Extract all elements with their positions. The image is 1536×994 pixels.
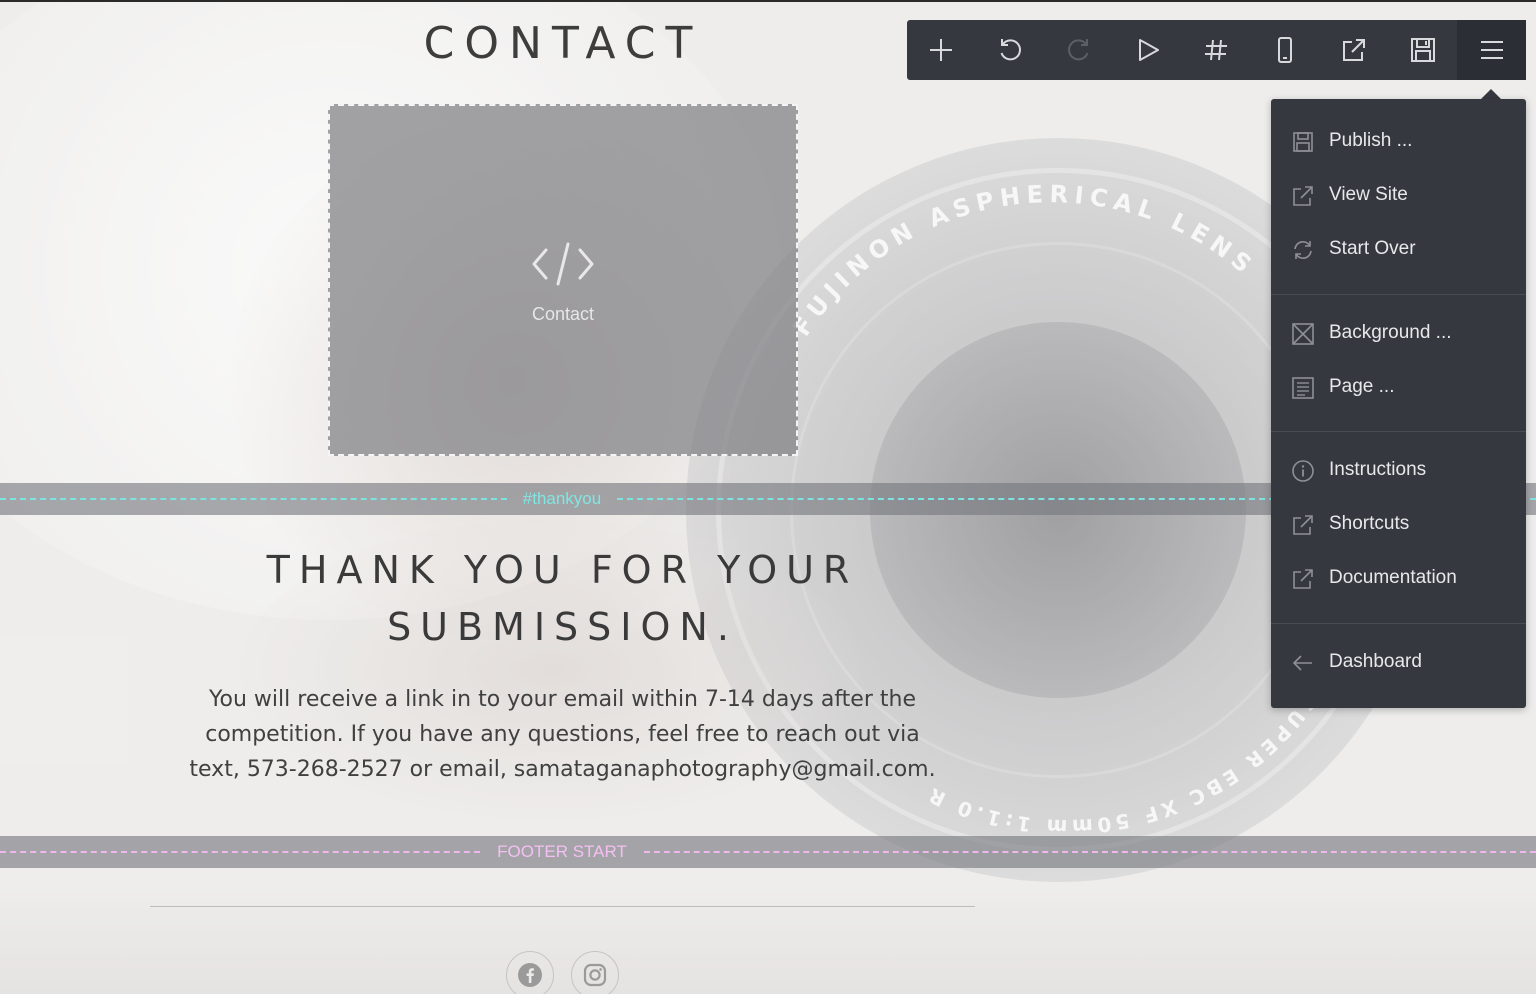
embed-label: Contact: [531, 304, 595, 324]
arrow-left-icon: [1292, 655, 1312, 671]
info-icon: [1292, 460, 1314, 482]
thanks-message-line3: text, 573-268-2527 or email, samataganap…: [189, 757, 936, 782]
menu-item-instructions[interactable]: Instructions: [1271, 449, 1526, 493]
menu-item-documentation[interactable]: Documentation: [1271, 557, 1526, 601]
add-button[interactable]: [907, 20, 976, 80]
thanks-message: You will receive a link in to your email…: [150, 682, 975, 787]
add-icon: [930, 39, 953, 61]
play-icon: [1138, 39, 1159, 61]
page-title: CONTACT: [423, 18, 703, 69]
thanks-heading-line1: THANK YOU FOR YOUR: [266, 548, 859, 592]
menu-divider: [1271, 623, 1526, 624]
instagram-link[interactable]: [571, 951, 619, 994]
menu-item-dashboard[interactable]: Dashboard: [1271, 641, 1526, 685]
mobile-preview-button[interactable]: [1251, 20, 1320, 80]
external-link-icon: [1293, 186, 1313, 206]
thanks-message-line2: competition. If you have any questions, …: [205, 722, 920, 747]
thanks-heading: THANK YOU FOR YOUR SUBMISSION.: [160, 542, 965, 656]
external-link-icon: [1293, 515, 1313, 535]
view-site-button[interactable]: [1320, 20, 1389, 80]
menu-item-page[interactable]: Page ...: [1271, 366, 1526, 410]
window-top-border: [0, 0, 1536, 2]
menu-icon: [1480, 41, 1503, 59]
marker-dash-left: [0, 851, 480, 853]
thanks-message-line1: You will receive a link in to your email…: [209, 687, 916, 712]
undo-button[interactable]: [976, 20, 1045, 80]
facebook-icon: [518, 963, 542, 987]
facebook-link[interactable]: [506, 951, 554, 994]
menu-item-label: Documentation: [1329, 567, 1457, 588]
external-link-icon: [1293, 569, 1313, 589]
menu-item-label: Shortcuts: [1329, 513, 1410, 534]
page-icon: [1292, 377, 1314, 399]
menu-item-label: Background ...: [1329, 322, 1452, 343]
redo-icon: [1067, 39, 1089, 61]
save-icon: [1410, 38, 1435, 62]
menu-divider: [1271, 294, 1526, 295]
save-icon: [1293, 132, 1313, 152]
menu-item-publish[interactable]: Publish ...: [1271, 120, 1526, 164]
section-marker-label: #thankyou: [522, 489, 602, 508]
editor-menu: Publish ... View Site Start Over Backgro…: [1271, 99, 1526, 708]
mobile-icon: [1278, 37, 1293, 63]
menu-item-label: View Site: [1329, 184, 1408, 205]
save-button[interactable]: [1388, 20, 1457, 80]
footer-divider: [150, 906, 975, 907]
menu-caret: [1481, 89, 1501, 99]
menu-item-label: Dashboard: [1329, 651, 1422, 672]
menu-divider: [1271, 431, 1526, 432]
thanks-heading-line2: SUBMISSION.: [387, 605, 738, 649]
editor-toolbar: [907, 20, 1526, 80]
anchor-button[interactable]: [1182, 20, 1251, 80]
menu-item-background[interactable]: Background ...: [1271, 312, 1526, 356]
menu-item-view-site[interactable]: View Site: [1271, 174, 1526, 218]
menu-item-label: Instructions: [1329, 459, 1427, 480]
menu-item-label: Start Over: [1329, 238, 1416, 259]
section-marker-footer[interactable]: FOOTER START: [0, 836, 1536, 868]
undo-icon: [1000, 39, 1022, 61]
marker-dash-right: [644, 851, 1536, 853]
code-icon: [532, 242, 594, 286]
embed-code-block[interactable]: Contact: [328, 104, 798, 456]
menu-item-label: Page ...: [1329, 376, 1395, 397]
footer-marker-label: FOOTER START: [497, 842, 627, 861]
menu-button[interactable]: [1457, 20, 1526, 80]
menu-item-shortcuts[interactable]: Shortcuts: [1271, 503, 1526, 547]
redo-button[interactable]: [1045, 20, 1114, 80]
instagram-icon: [583, 963, 607, 987]
refresh-icon: [1294, 241, 1312, 259]
external-link-icon: [1342, 39, 1365, 61]
preview-button[interactable]: [1113, 20, 1182, 80]
menu-item-label: Publish ...: [1329, 130, 1413, 151]
image-placeholder-icon: [1292, 323, 1314, 345]
menu-item-start-over[interactable]: Start Over: [1271, 228, 1526, 272]
marker-dash-left: [0, 498, 507, 500]
hash-icon: [1205, 39, 1228, 61]
